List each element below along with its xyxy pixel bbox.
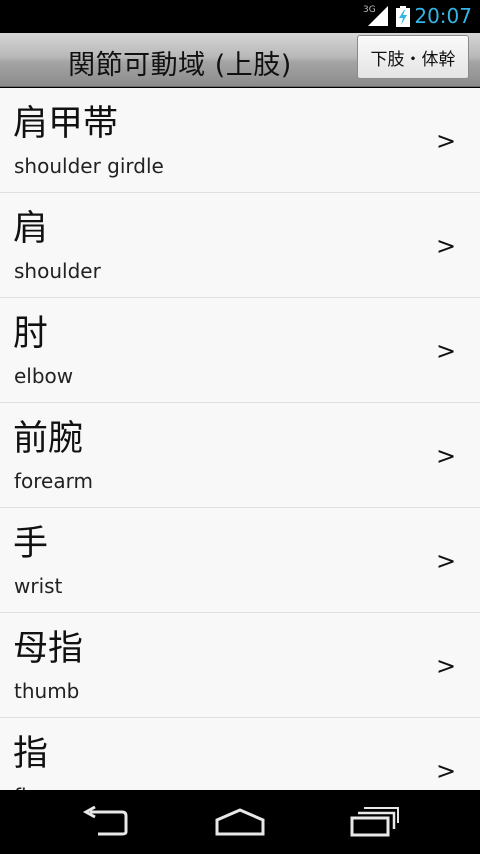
list-item-jp-label: 肩 [13, 209, 49, 249]
list-item-en-label: thumb [14, 679, 80, 703]
chevron-right-icon: > [436, 757, 457, 785]
page-title: 関節可動域 (上肢) [68, 50, 292, 81]
battery-charging-icon [396, 6, 410, 27]
home-icon[interactable] [213, 806, 267, 838]
list-item-jp-label: 指 [13, 734, 49, 774]
chevron-right-icon: > [436, 442, 457, 470]
list-item-jp-label: 母指 [13, 629, 84, 669]
list-item-en-label: shoulder [14, 259, 101, 283]
list-item-jp-label: 前腕 [13, 419, 84, 459]
joint-list: 肩甲帯 shoulder girdle > 肩 shoulder > 肘 elb… [0, 88, 480, 790]
chevron-right-icon: > [436, 547, 457, 575]
list-item-thumb[interactable]: 母指 thumb > [0, 613, 480, 718]
chevron-right-icon: > [436, 337, 457, 365]
list-item-en-label: shoulder girdle [14, 154, 164, 178]
chevron-right-icon: > [436, 652, 457, 680]
back-icon[interactable] [80, 806, 134, 838]
recent-apps-icon[interactable] [348, 806, 402, 838]
list-item-shoulder[interactable]: 肩 shoulder > [0, 193, 480, 298]
list-item-en-label: wrist [14, 574, 63, 598]
chevron-right-icon: > [436, 127, 457, 155]
action-bar: 関節可動域 (上肢) 下肢・体幹 [0, 33, 480, 87]
lower-limb-trunk-button[interactable]: 下肢・体幹 [357, 35, 469, 79]
navigation-bar [0, 790, 480, 854]
list-item-forearm[interactable]: 前腕 forearm > [0, 403, 480, 508]
signal-icon [368, 6, 388, 26]
list-item-shoulder-girdle[interactable]: 肩甲帯 shoulder girdle > [0, 88, 480, 193]
status-clock: 20:07 [414, 4, 472, 28]
status-bar: 3G 20:07 [0, 0, 480, 33]
chevron-right-icon: > [436, 232, 457, 260]
list-item-elbow[interactable]: 肘 elbow > [0, 298, 480, 403]
list-item-wrist[interactable]: 手 wrist > [0, 508, 480, 613]
list-item-en-label: forearm [14, 469, 93, 493]
list-item-jp-label: 手 [13, 524, 49, 564]
list-item-en-label: elbow [14, 364, 74, 388]
list-item-finger[interactable]: 指 finger > [0, 718, 480, 790]
list-item-jp-label: 肘 [13, 314, 49, 354]
list-item-jp-label: 肩甲帯 [13, 104, 119, 144]
